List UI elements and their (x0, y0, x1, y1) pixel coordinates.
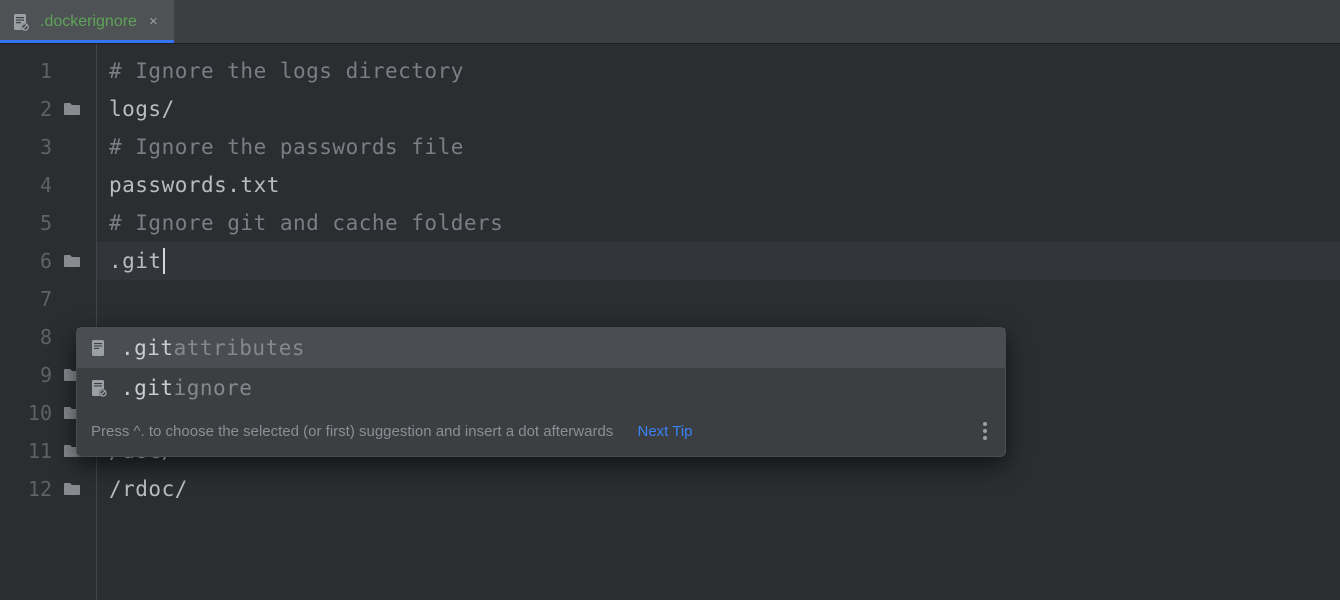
line-number: 2 (28, 97, 52, 121)
code-editor[interactable]: 123456789101112 # Ignore the logs direct… (0, 44, 1340, 600)
line-number: 12 (28, 477, 52, 501)
tab-bar: .dockerignore × (0, 0, 1340, 44)
gutter-row: 3 (0, 128, 96, 166)
code-text: logs/ (109, 97, 175, 121)
gutter-row: 1 (0, 52, 96, 90)
line-number: 1 (28, 59, 52, 83)
autocomplete-hint: Press ^. to choose the selected (or firs… (91, 423, 613, 440)
file-icon (89, 338, 109, 358)
code-text: passwords.txt (109, 173, 280, 197)
gutter-row: 12 (0, 470, 96, 508)
gutter-row: 4 (0, 166, 96, 204)
line-number: 9 (28, 363, 52, 387)
autocomplete-footer: Press ^. to choose the selected (or firs… (77, 408, 1005, 456)
file-tab[interactable]: .dockerignore × (0, 0, 174, 43)
gutter-row: 7 (0, 280, 96, 318)
line-number: 8 (28, 325, 52, 349)
file-tab-label: .dockerignore (40, 13, 137, 31)
code-line[interactable]: # Ignore the logs directory (97, 52, 1340, 90)
code-text: /rdoc/ (109, 477, 188, 501)
comment-text: # Ignore the logs directory (109, 59, 464, 83)
gutter-icon-placeholder (62, 137, 82, 157)
gutter: 123456789101112 (0, 44, 96, 600)
autocomplete-item-label: .gitignore (121, 376, 252, 400)
code-line[interactable]: logs/ (97, 90, 1340, 128)
autocomplete-popup: .gitattributes .gitignore Press ^. to cho… (76, 327, 1006, 457)
code-text: .git (109, 249, 162, 273)
gutter-row: 5 (0, 204, 96, 242)
code-line[interactable]: # Ignore git and cache folders (97, 204, 1340, 242)
comment-text: # Ignore git and cache folders (109, 211, 503, 235)
autocomplete-item[interactable]: .gitignore (77, 368, 1005, 408)
cursor-caret (163, 248, 165, 274)
code-line[interactable]: passwords.txt (97, 166, 1340, 204)
autocomplete-menu-icon[interactable] (979, 418, 991, 444)
autocomplete-item[interactable]: .gitattributes (77, 328, 1005, 368)
gutter-icon-placeholder (62, 61, 82, 81)
next-tip-link[interactable]: Next Tip (637, 423, 692, 440)
code-area[interactable]: # Ignore the logs directory logs/ # Ignore… (97, 44, 1340, 600)
line-number: 11 (28, 439, 52, 463)
code-line[interactable] (97, 280, 1340, 318)
autocomplete-item-label: .gitattributes (121, 336, 305, 360)
gutter-row: 2 (0, 90, 96, 128)
line-number: 10 (28, 401, 52, 425)
dockerignore-file-icon (12, 13, 30, 31)
code-line[interactable]: .git (97, 242, 1340, 280)
folder-icon (62, 251, 82, 271)
comment-text: # Ignore the passwords file (109, 135, 464, 159)
gutter-icon-placeholder (62, 175, 82, 195)
active-tab-underline (0, 40, 174, 43)
folder-icon (62, 479, 82, 499)
line-number: 7 (28, 287, 52, 311)
gutter-icon-placeholder (62, 213, 82, 233)
line-number: 3 (28, 135, 52, 159)
line-number: 6 (28, 249, 52, 273)
close-tab-icon[interactable]: × (147, 12, 160, 31)
ignore-file-icon (89, 378, 109, 398)
line-number: 4 (28, 173, 52, 197)
code-line[interactable]: /rdoc/ (97, 470, 1340, 508)
folder-icon (62, 99, 82, 119)
gutter-row: 6 (0, 242, 96, 280)
gutter-icon-placeholder (62, 289, 82, 309)
line-number: 5 (28, 211, 52, 235)
code-line[interactable]: # Ignore the passwords file (97, 128, 1340, 166)
